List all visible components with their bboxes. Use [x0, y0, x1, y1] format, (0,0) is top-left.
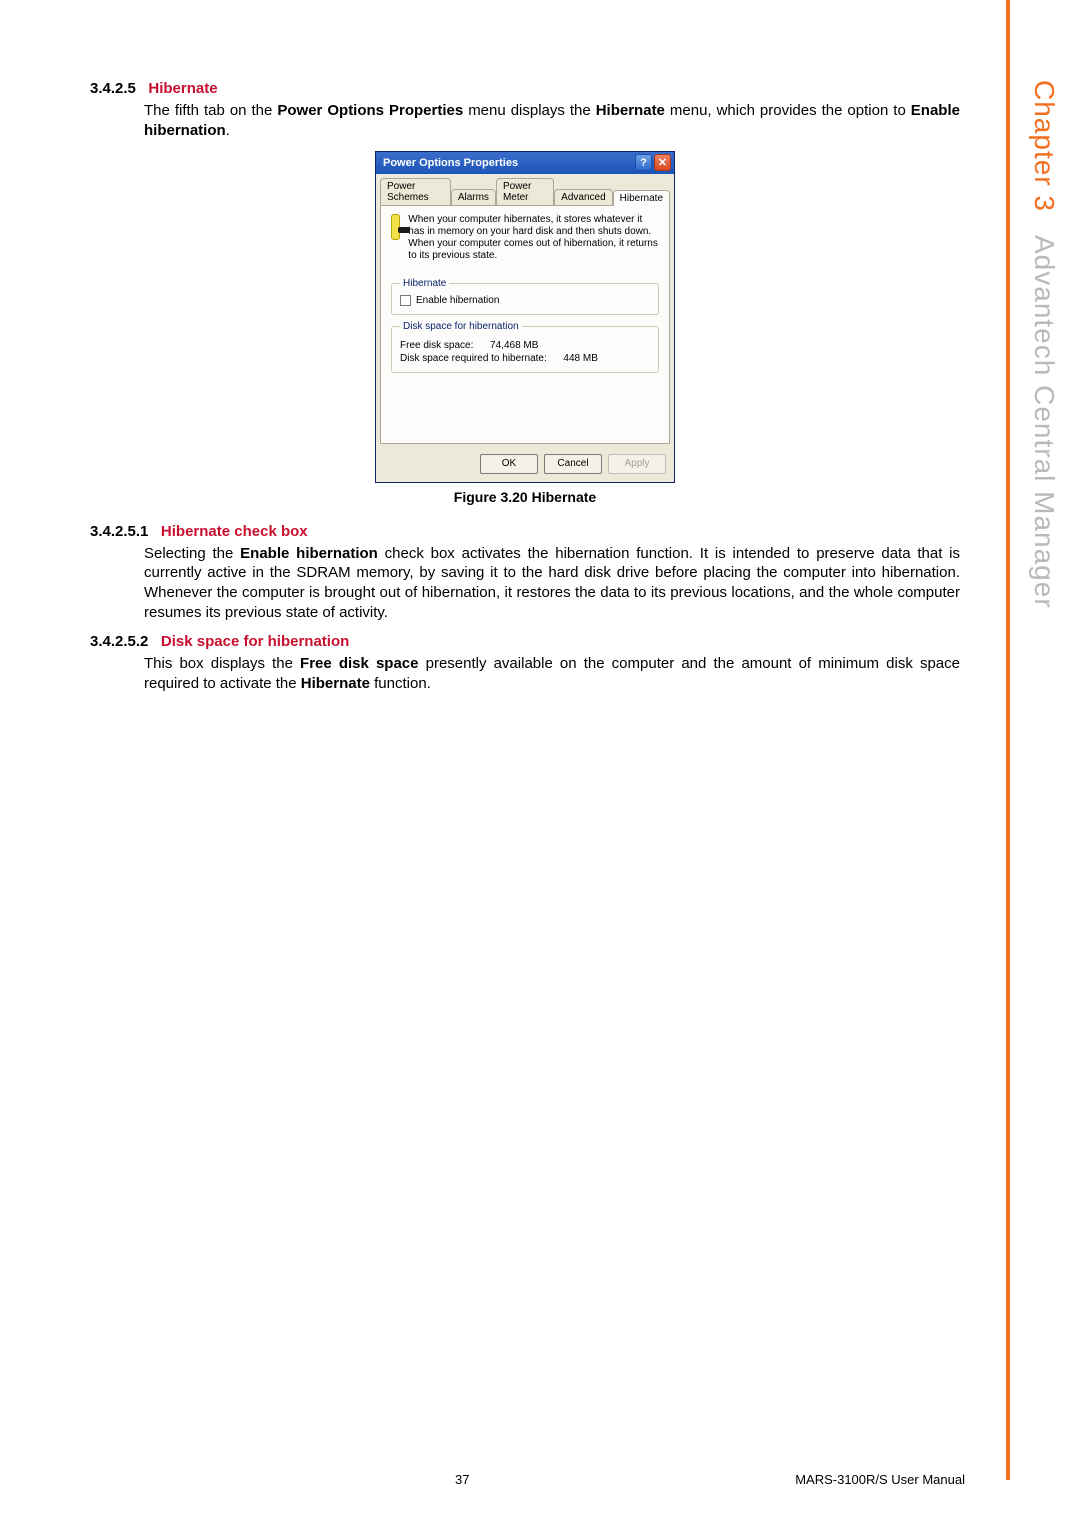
- content: 3.4.2.5 Hibernate The fifth tab on the P…: [90, 80, 960, 693]
- side-text: Chapter 3 Advantech Central Manager: [1028, 80, 1060, 608]
- manual-name: MARS-3100R/S User Manual: [795, 1472, 965, 1487]
- section-34252-heading: 3.4.2.5.2 Disk space for hibernation: [90, 633, 960, 650]
- section-title: Disk space for hibernation: [161, 633, 349, 650]
- enable-hibernation-row[interactable]: Enable hibernation: [400, 295, 650, 306]
- free-disk-space-row: Free disk space: 74,468 MB: [400, 340, 650, 351]
- page-footer: 37 MARS-3100R/S User Manual: [0, 1472, 1080, 1487]
- close-icon: ✕: [658, 156, 667, 169]
- group-disk-legend: Disk space for hibernation: [400, 321, 522, 332]
- info-row: When your computer hibernates, it stores…: [391, 214, 659, 272]
- required-disk-label: Disk space required to hibernate:: [400, 353, 547, 364]
- page-number: 37: [455, 1472, 469, 1487]
- section-title: Hibernate: [148, 80, 217, 97]
- ok-button[interactable]: OK: [480, 454, 538, 474]
- tabstrip: Power Schemes Alarms Power Meter Advance…: [376, 174, 674, 205]
- section-34251-heading: 3.4.2.5.1 Hibernate check box: [90, 523, 960, 540]
- free-disk-value: 74,468 MB: [490, 340, 538, 351]
- section-3425-heading: 3.4.2.5 Hibernate: [90, 80, 960, 97]
- dialog-title: Power Options Properties: [379, 157, 518, 169]
- titlebar-buttons: ? ✕: [635, 154, 671, 171]
- group-hibernate: Hibernate Enable hibernation: [391, 278, 659, 315]
- section-number: 3.4.2.5: [90, 80, 136, 97]
- side-chapter: Chapter 3: [1029, 80, 1060, 212]
- help-button[interactable]: ?: [635, 154, 652, 171]
- dialog-button-row: OK Cancel Apply: [376, 448, 674, 482]
- close-button[interactable]: ✕: [654, 154, 671, 171]
- tab-alarms[interactable]: Alarms: [451, 189, 496, 205]
- dialog-titlebar[interactable]: Power Options Properties ? ✕: [376, 152, 674, 174]
- info-text: When your computer hibernates, it stores…: [408, 214, 659, 262]
- page: Chapter 3 Advantech Central Manager 3.4.…: [0, 0, 1080, 1527]
- required-disk-value: 448 MB: [563, 353, 597, 364]
- hibernate-info-icon: [391, 214, 400, 240]
- enable-hibernation-checkbox[interactable]: [400, 295, 411, 306]
- tab-hibernate[interactable]: Hibernate: [613, 190, 670, 206]
- apply-button: Apply: [608, 454, 666, 474]
- figure-caption: Figure 3.20 Hibernate: [454, 489, 596, 505]
- tab-advanced[interactable]: Advanced: [554, 189, 612, 205]
- tab-body: When your computer hibernates, it stores…: [380, 205, 670, 444]
- group-disk-space: Disk space for hibernation Free disk spa…: [391, 321, 659, 373]
- section-34252-body: This box displays the Free disk space pr…: [144, 654, 960, 694]
- section-title: Hibernate check box: [161, 523, 308, 540]
- tab-power-meter[interactable]: Power Meter: [496, 178, 554, 205]
- free-disk-label: Free disk space:: [400, 340, 473, 351]
- tab-power-schemes[interactable]: Power Schemes: [380, 178, 451, 205]
- cancel-button[interactable]: Cancel: [544, 454, 602, 474]
- enable-hibernation-label: Enable hibernation: [416, 295, 499, 306]
- side-title: Advantech Central Manager: [1029, 235, 1060, 609]
- figure-wrap: Power Options Properties ? ✕ Power Schem…: [90, 151, 960, 505]
- required-disk-space-row: Disk space required to hibernate: 448 MB: [400, 353, 650, 364]
- vertical-rule: [1006, 0, 1010, 1480]
- section-number: 3.4.2.5.2: [90, 633, 148, 650]
- section-number: 3.4.2.5.1: [90, 523, 148, 540]
- section-34251-body: Selecting the Enable hibernation check b…: [144, 544, 960, 623]
- help-icon: ?: [640, 157, 647, 169]
- power-options-dialog: Power Options Properties ? ✕ Power Schem…: [375, 151, 675, 483]
- group-hibernate-legend: Hibernate: [400, 278, 449, 289]
- section-3425-body: The fifth tab on the Power Options Prope…: [144, 101, 960, 141]
